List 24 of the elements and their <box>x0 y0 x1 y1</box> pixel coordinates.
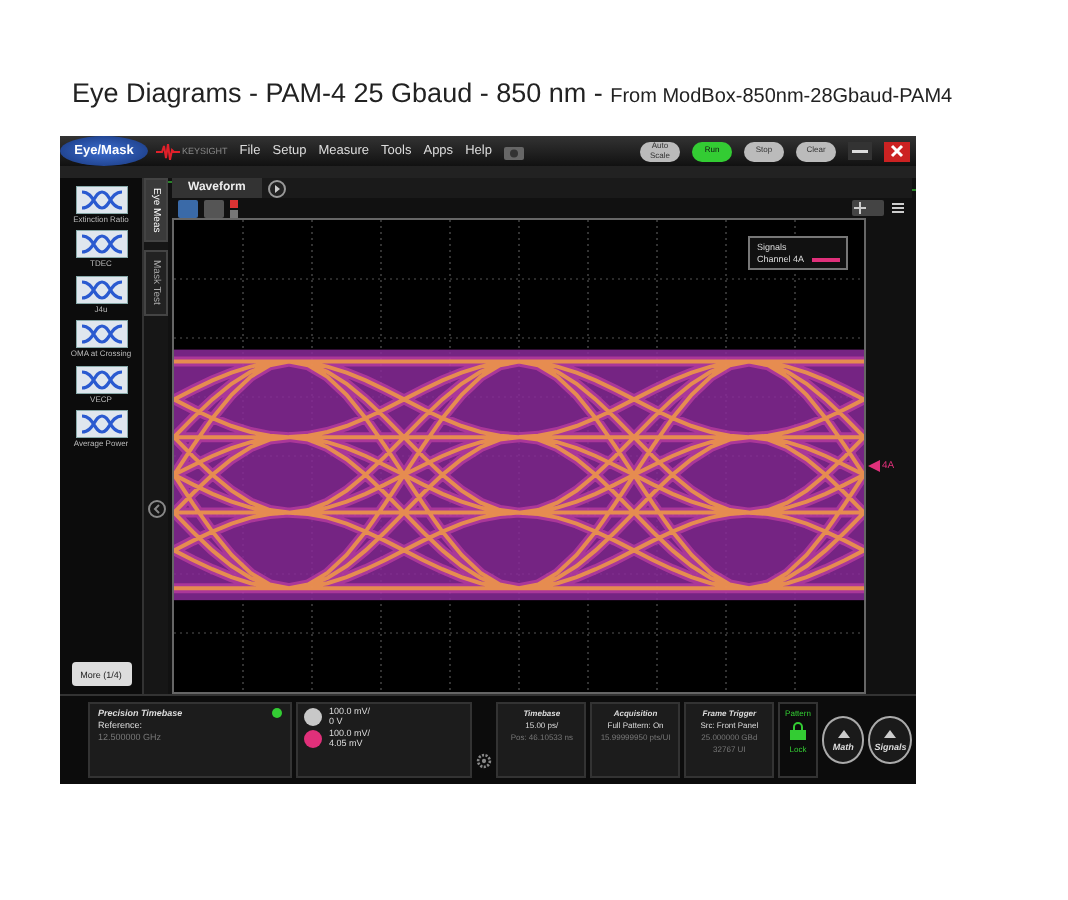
eye-measurement-icon <box>75 275 127 304</box>
minimize-button[interactable] <box>848 142 872 160</box>
zoom-tool-icon[interactable] <box>852 200 884 216</box>
page-title: Eye Diagrams - PAM-4 25 Gbaud - 850 nm - <box>72 78 605 108</box>
close-icon <box>890 144 904 158</box>
logo-wave-icon <box>156 143 180 159</box>
camera-icon[interactable] <box>503 143 524 159</box>
layout-icon[interactable] <box>204 199 224 217</box>
eye-measurement-icon <box>75 365 127 394</box>
page-subtitle: From ModBox-850nm-28Gbaud-PAM4 <box>610 86 953 108</box>
eye-measurement-icon <box>75 320 127 349</box>
eye-measurement-icon <box>75 409 127 438</box>
caret-up-icon <box>837 729 850 737</box>
collapse-icon[interactable] <box>147 499 165 518</box>
view-icon[interactable] <box>178 199 198 217</box>
close-button[interactable] <box>884 141 910 161</box>
caret-up-icon <box>884 729 897 737</box>
eye-measurement-icon <box>75 230 127 259</box>
settings-icon[interactable] <box>476 752 493 770</box>
list-icon[interactable] <box>890 200 906 216</box>
eye-measurement-icon <box>75 186 127 214</box>
play-icon[interactable] <box>267 179 286 197</box>
marker-icon <box>230 199 238 217</box>
minimize-icon <box>852 148 868 154</box>
